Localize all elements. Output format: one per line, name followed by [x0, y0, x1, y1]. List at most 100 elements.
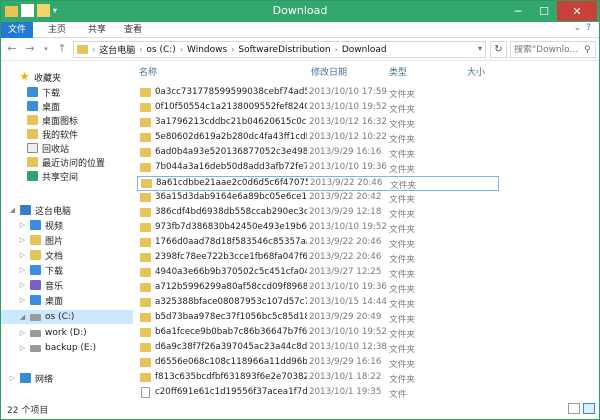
collapse-arrow-icon[interactable]: ▷ [19, 251, 26, 259]
search-input[interactable] [514, 44, 584, 55]
folder-icon [77, 45, 88, 54]
folder-icon [140, 103, 151, 112]
column-header-name[interactable]: 名称 [139, 65, 157, 78]
search-icon[interactable]: ⚲ [584, 45, 591, 55]
expand-arrow-icon[interactable]: ◢ [9, 206, 16, 214]
file-row[interactable]: f813c635bcdfbf631893f6e2e703823c 2013/10/… [137, 371, 499, 386]
up-button[interactable]: ↑ [55, 42, 69, 56]
file-name: 6ad0b4a93e520136877052c3e4983230 [155, 147, 307, 157]
nav-pc-desktop[interactable]: ▷ 桌面 [19, 293, 63, 307]
file-date: 2013/10/10 19:52 [309, 327, 387, 337]
column-header-type[interactable]: 类型 [389, 65, 407, 78]
expand-arrow-icon[interactable]: ◢ [19, 313, 26, 321]
nav-my-software[interactable]: 我的软件 [27, 127, 78, 141]
column-header-size[interactable]: 大小 [467, 65, 485, 78]
nav-recycle-bin[interactable]: 回收站 [27, 141, 69, 155]
nav-drive-c[interactable]: ◢ os (C:) [1, 310, 133, 324]
file-row[interactable]: 3a1796213cddbc21b04620615c0c2c1 2013/10/1… [137, 116, 499, 131]
nav-network[interactable]: ▷ 网络 [9, 371, 53, 385]
breadcrumb-drive[interactable]: os (C:) [146, 45, 175, 55]
expand-ribbon-icon[interactable]: ⌄ [574, 23, 582, 33]
collapse-arrow-icon[interactable]: ▷ [9, 374, 16, 382]
details-view-icon[interactable] [568, 403, 580, 414]
minimize-button[interactable]: ─ [505, 1, 531, 21]
file-row[interactable]: 4940a3e66b9b370502c5c451cfa0435d2013/9/2… [137, 266, 499, 281]
tab-view[interactable]: 查看 [119, 22, 147, 38]
nav-label: 最近访问的位置 [42, 158, 106, 169]
nav-videos[interactable]: ▷ 视频 [19, 218, 63, 232]
breadcrumb-windows[interactable]: Windows [187, 45, 227, 55]
file-row[interactable]: 7b044a3a16deb50d8add3afb72fe7c182013/10/… [137, 161, 499, 176]
tab-share[interactable]: 共享 [83, 22, 111, 38]
file-row[interactable]: d6556e068c108c118966a11dd96b66082013/9/2… [137, 356, 499, 371]
collapse-arrow-icon[interactable]: ▷ [19, 296, 26, 304]
file-row[interactable]: 386cdf4bd6938db558ccab290ec3c6742013/9/2… [137, 206, 499, 221]
file-type: 文件夹 [389, 165, 416, 175]
file-date: 2013/9/27 12:25 [309, 267, 382, 277]
nav-recent-places[interactable]: 最近访问的位置 [27, 155, 105, 169]
recent-locations-icon[interactable]: ▾ [39, 42, 53, 56]
close-button[interactable]: ✕ [557, 1, 597, 21]
breadcrumb-softwaredistribution[interactable]: SoftwareDistribution [238, 45, 330, 55]
nav-pc-downloads[interactable]: ▷ 下载 [19, 263, 63, 277]
file-row[interactable]: 973fb7d386830b42450e493e19b6eadc2013/10/… [137, 221, 499, 236]
nav-music[interactable]: ▷ 音乐 [19, 278, 63, 292]
nav-favorites-downloads[interactable]: 下载 [27, 85, 60, 99]
address-bar[interactable]: › 这台电脑 › os (C:) › Windows › SoftwareDis… [73, 41, 486, 58]
breadcrumb-this-pc[interactable]: 这台电脑 [99, 43, 135, 56]
file-row[interactable]: b5d73baa978ec37f1056bc5c85d186282013/9/2… [137, 311, 499, 326]
collapse-arrow-icon[interactable]: ▷ [19, 221, 26, 229]
large-icons-view-icon[interactable] [583, 403, 595, 414]
collapse-arrow-icon[interactable]: ▷ [19, 281, 26, 289]
file-row[interactable]: 36a15d3dab9164e6a89bc05e6ce1a8152013/9/2… [137, 191, 499, 206]
file-name: 36a15d3dab9164e6a89bc05e6ce1a815 [155, 192, 307, 202]
tab-file[interactable]: 文件 [1, 22, 33, 38]
drive-icon [30, 329, 41, 337]
file-name: 0a3cc731778599599038cebf74ad5078 [155, 87, 307, 97]
chevron-right-icon: › [92, 45, 96, 54]
nav-favorites-desktop[interactable]: 桌面 [27, 99, 60, 113]
back-button[interactable]: ← [5, 42, 19, 56]
file-row[interactable]: 1766d0aad78d18f583546c85357aa6cc2013/9/2… [137, 236, 499, 251]
refresh-button[interactable]: ↻ [490, 41, 507, 58]
collapse-arrow-icon[interactable]: ▷ [19, 266, 26, 274]
file-date: 2013/9/22 20:46 [309, 252, 382, 262]
breadcrumb-download[interactable]: Download [342, 45, 387, 55]
file-type: 文件夹 [389, 300, 416, 310]
collapse-arrow-icon[interactable]: ▷ [19, 344, 26, 352]
nav-documents[interactable]: ▷ 文档 [19, 248, 63, 262]
forward-button[interactable]: → [23, 42, 37, 56]
nav-drive-d[interactable]: ▷ work (D:) [19, 326, 87, 340]
file-row[interactable]: 5e80602d619a2b280dc4fa43ff1cdf17 2013/10/… [137, 131, 499, 146]
chevron-down-icon[interactable]: ▾ [478, 44, 482, 53]
file-date: 2013/10/10 19:36 [309, 282, 387, 292]
nav-label: 共享空间 [42, 172, 79, 183]
nav-favorites[interactable]: ★ 收藏夹 [19, 70, 61, 84]
file-name: b6a1fcece9b0bab7c86b36647b7f6a57 [155, 327, 307, 337]
file-row[interactable]: b6a1fcece9b0bab7c86b36647b7f6a57 2013/10/… [137, 326, 499, 341]
file-row[interactable]: 6ad0b4a93e520136877052c3e49832302013/9/2… [137, 146, 499, 161]
maximize-button[interactable]: ☐ [531, 1, 557, 21]
file-date: 2013/10/10 19:52 [309, 102, 387, 112]
collapse-arrow-icon[interactable]: ▷ [19, 236, 26, 244]
nav-desktop-icons[interactable]: 桌面图标 [27, 113, 78, 127]
search-box[interactable]: ⚲ [510, 41, 596, 58]
file-row[interactable]: 8a61cdbbe21aae2c0d6d5c6f47075cb52013/9/2… [137, 176, 499, 191]
documents-icon [30, 250, 41, 260]
nav-drive-e[interactable]: ▷ backup (E:) [19, 341, 96, 355]
nav-shared-space[interactable]: 共享空间 [27, 169, 78, 183]
nav-this-pc[interactable]: ◢ 这台电脑 [9, 203, 71, 217]
chevron-right-icon: › [334, 45, 338, 54]
file-row[interactable]: 2398fc78ee722b3cce1fb68fa047f673 2013/9/2… [137, 251, 499, 266]
tab-home[interactable]: 主页 [43, 22, 71, 38]
column-header-date[interactable]: 修改日期 [311, 65, 347, 78]
file-row[interactable]: d6a9c38f7f26a397045ac23a44c8d360 2013/10/… [137, 341, 499, 356]
file-row[interactable]: 0f10f50554c1a2138009552fef824033 2013/10/… [137, 101, 499, 116]
file-type: 文件夹 [389, 150, 416, 160]
nav-pictures[interactable]: ▷ 图片 [19, 233, 63, 247]
help-icon[interactable]: ? [586, 23, 591, 33]
collapse-arrow-icon[interactable]: ▷ [19, 329, 26, 337]
file-row[interactable]: a712b5996299a80af58ccd09f896824a2013/10/… [137, 281, 499, 296]
file-row[interactable]: a325388bface08087953c107d57c7a102013/10/… [137, 296, 499, 311]
file-row[interactable]: 0a3cc731778599599038cebf74ad50782013/10/… [137, 86, 499, 101]
